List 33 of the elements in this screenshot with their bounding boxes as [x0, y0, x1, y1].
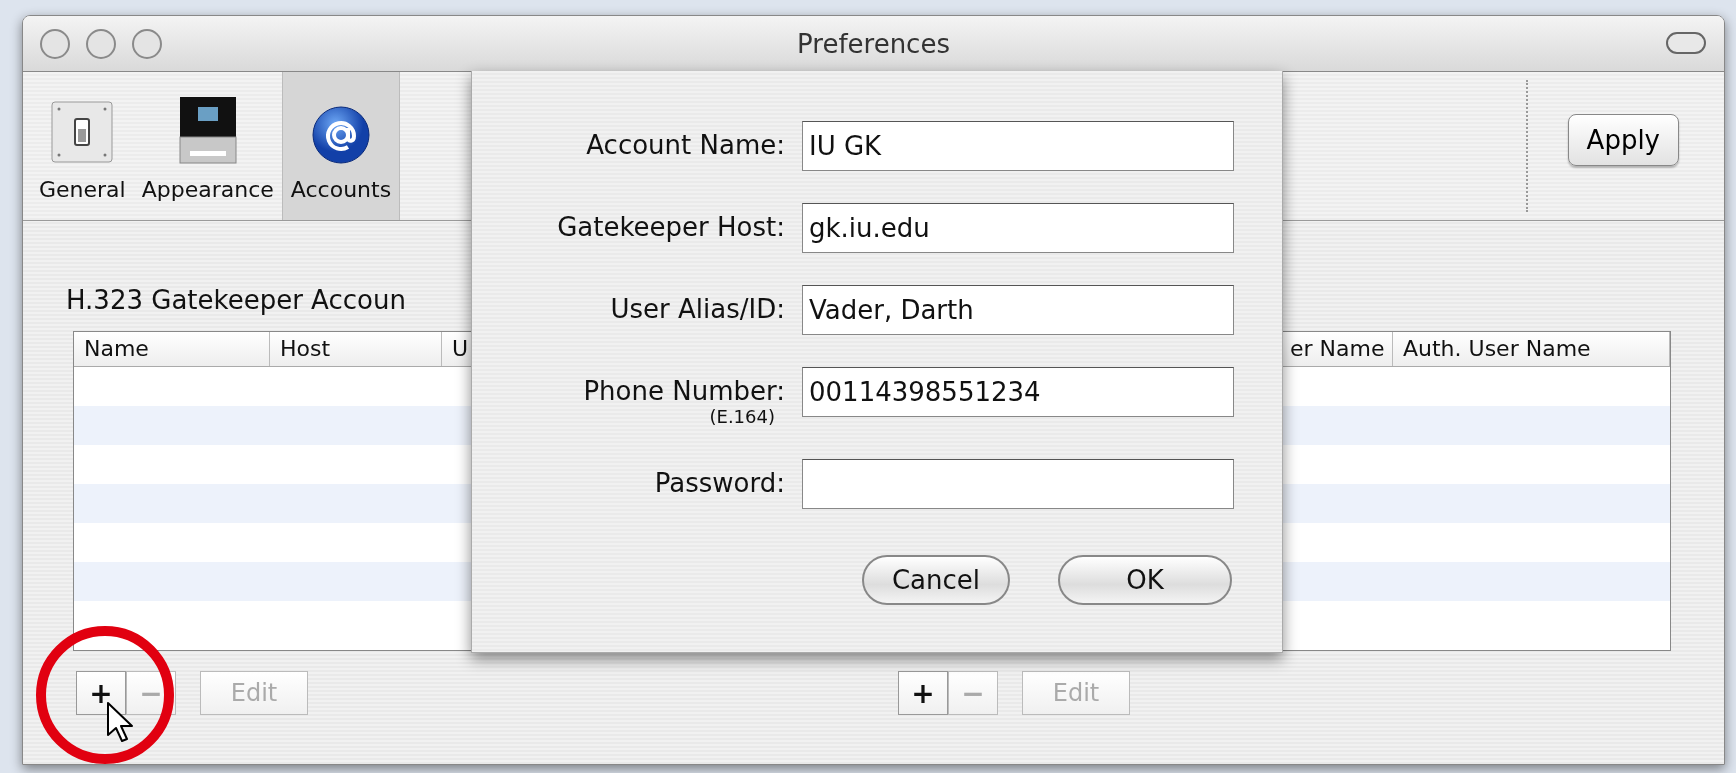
window-control-icon[interactable]	[85, 27, 117, 60]
monitor-icon	[177, 95, 238, 165]
cancel-button[interactable]: Cancel	[861, 555, 1010, 605]
field-label: Password:	[654, 468, 785, 498]
toolbar-tab[interactable]: Accounts	[281, 72, 401, 220]
apply-button[interactable]: Apply	[1567, 114, 1679, 166]
add-button[interactable]: +	[76, 671, 126, 715]
text-field[interactable]: Vader, Darth	[802, 285, 1234, 335]
field-label: Phone Number:	[583, 376, 785, 406]
add-button[interactable]: +	[898, 671, 948, 715]
ok-button[interactable]: OK	[1058, 555, 1232, 605]
toolbar-tab[interactable]: Appearance	[133, 72, 282, 220]
section-title: H.323 Gatekeeper Accoun	[66, 285, 406, 317]
text-field[interactable]: IU GK	[802, 121, 1234, 171]
toolbar-toggle-icon[interactable]	[1666, 32, 1706, 54]
pointer-cursor-icon	[106, 701, 134, 743]
column-header[interactable]: U	[442, 332, 469, 366]
switch-icon	[49, 99, 116, 165]
column-header[interactable]: Name	[74, 332, 270, 366]
field-label: User Alias/ID:	[610, 294, 785, 324]
text-field[interactable]: gk.iu.edu	[802, 203, 1234, 253]
field-label: Gatekeeper Host:	[557, 212, 785, 242]
window-title: Preferences	[797, 28, 950, 59]
toolbar-tab[interactable]: General	[31, 72, 134, 220]
at-sign-icon	[310, 105, 371, 165]
text-field[interactable]	[802, 459, 1234, 509]
window-control-icon[interactable]	[39, 27, 71, 60]
window-control-icon[interactable]	[131, 27, 163, 60]
column-header[interactable]: Host	[270, 332, 442, 366]
column-header[interactable]: Auth. User Name	[1393, 332, 1670, 366]
text-field[interactable]: 00114398551234	[802, 367, 1234, 417]
field-label: Account Name:	[586, 130, 785, 160]
field-note: (E.164)	[709, 406, 775, 427]
